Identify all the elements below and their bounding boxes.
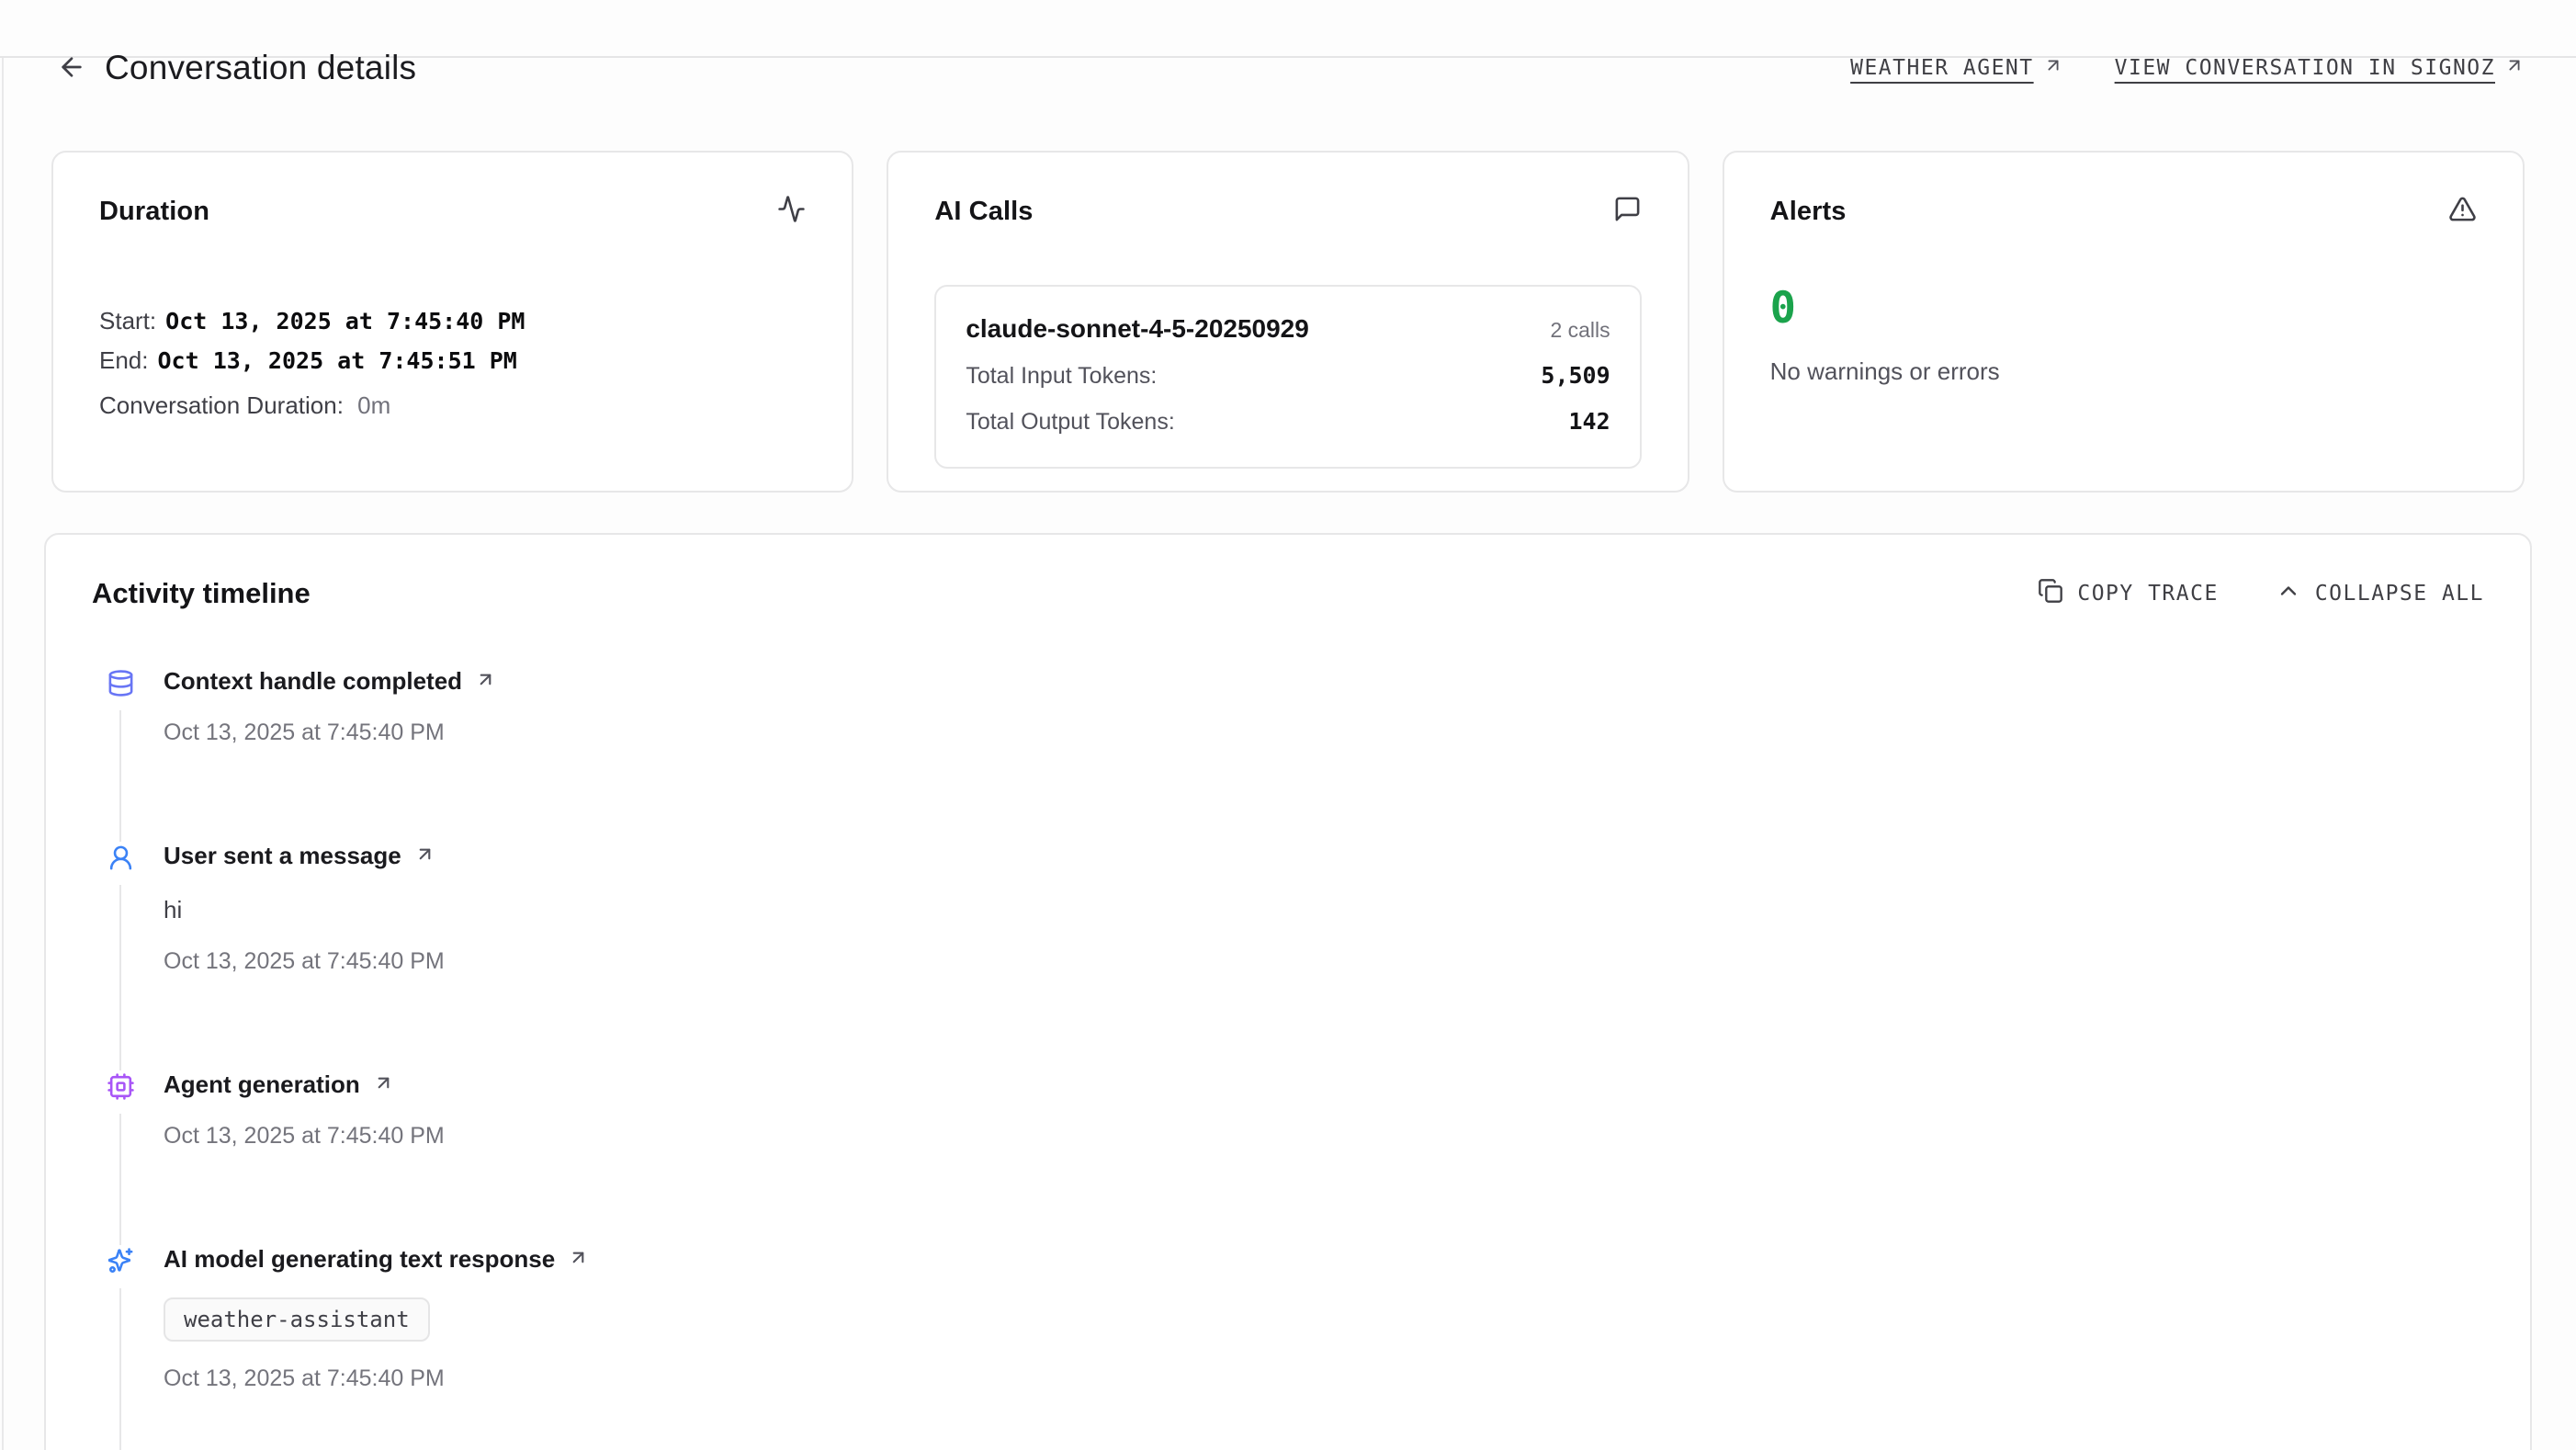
timeline-connector bbox=[119, 885, 121, 1071]
sparkles-icon bbox=[107, 1247, 135, 1275]
input-tokens-label: Total Input Tokens: bbox=[966, 363, 1157, 390]
timeline-event-link[interactable]: User sent a message bbox=[164, 842, 445, 870]
ai-calls-card-title: AI Calls bbox=[934, 197, 1033, 227]
arrow-up-right-icon bbox=[373, 1072, 394, 1098]
collapse-all-button[interactable]: COLLAPSE ALL bbox=[2276, 578, 2484, 609]
activity-timeline-title: Activity timeline bbox=[92, 577, 311, 610]
duration-card-title: Duration bbox=[99, 197, 209, 227]
database-icon bbox=[107, 669, 135, 697]
start-value: Oct 13, 2025 at 7:45:40 PM bbox=[165, 302, 525, 341]
activity-icon bbox=[777, 195, 806, 228]
timeline-event-link[interactable]: Context handle completed bbox=[164, 667, 496, 696]
weather-agent-link-label: WEATHER AGENT bbox=[1850, 56, 2034, 80]
model-call-count: 2 calls bbox=[1550, 318, 1610, 343]
output-tokens-value: 142 bbox=[1569, 408, 1610, 435]
timeline-rail bbox=[99, 1071, 141, 1245]
timeline-event-timestamp: Oct 13, 2025 at 7:45:40 PM bbox=[164, 948, 445, 975]
end-value: Oct 13, 2025 at 7:45:51 PM bbox=[158, 342, 517, 380]
timeline-event-timestamp: Oct 13, 2025 at 7:45:40 PM bbox=[164, 1365, 589, 1392]
copy-trace-label: COPY TRACE bbox=[2077, 582, 2218, 606]
input-tokens-value: 5,509 bbox=[1541, 362, 1610, 389]
timeline-event-content: Agent generation Oct 13, 2025 at 7:45:40… bbox=[164, 1071, 445, 1245]
alerts-card: Alerts 0 No warnings or errors bbox=[1723, 151, 2525, 493]
model-name: claude-sonnet-4-5-20250929 bbox=[966, 314, 1309, 344]
timeline-connector bbox=[119, 710, 121, 842]
output-tokens-label: Total Output Tokens: bbox=[966, 409, 1174, 436]
alerts-card-title: Alerts bbox=[1770, 197, 1847, 227]
page-header: Conversation details WEATHER AGENT VIEW … bbox=[44, 48, 2532, 88]
message-square-icon bbox=[1613, 195, 1642, 228]
activity-timeline-card: Activity timeline COPY TRACE COLLAPSE AL… bbox=[44, 533, 2532, 1450]
timeline-event-content: AI model generating text response weathe… bbox=[164, 1245, 589, 1450]
timeline-event-content: Context handle completed Oct 13, 2025 at… bbox=[164, 667, 496, 842]
timeline-event-title: Context handle completed bbox=[164, 667, 462, 696]
summary-cards: Duration Start: Oct 13, 2025 at 7:45:40 … bbox=[44, 151, 2532, 493]
timeline-event: User sent a message hi Oct 13, 2025 at 7:… bbox=[99, 842, 2484, 1071]
arrow-up-right-icon bbox=[568, 1247, 589, 1273]
copy-icon bbox=[2038, 578, 2063, 609]
page-title: Conversation details bbox=[105, 49, 416, 87]
timeline-event: Agent generation Oct 13, 2025 at 7:45:40… bbox=[99, 1071, 2484, 1245]
header-links: WEATHER AGENT VIEW CONVERSATION IN SIGNO… bbox=[1850, 55, 2525, 81]
timeline-event-title: AI model generating text response bbox=[164, 1245, 555, 1274]
timeline-event-badge: weather-assistant bbox=[164, 1297, 430, 1342]
conversation-details-page: Conversation details WEATHER AGENT VIEW … bbox=[0, 48, 2576, 1450]
back-button[interactable] bbox=[51, 48, 92, 88]
timeline-event-body: hi bbox=[164, 896, 445, 924]
timeline-actions: COPY TRACE COLLAPSE ALL bbox=[2038, 578, 2484, 609]
end-label: End: bbox=[99, 341, 149, 379]
signoz-link-label: VIEW CONVERSATION IN SIGNOZ bbox=[2115, 56, 2495, 80]
copy-trace-button[interactable]: COPY TRACE bbox=[2038, 578, 2218, 609]
chevron-up-icon bbox=[2276, 578, 2301, 609]
arrow-up-right-icon bbox=[414, 844, 435, 869]
arrow-up-right-icon bbox=[2504, 55, 2525, 81]
alerts-message: No warnings or errors bbox=[1770, 357, 2477, 386]
arrow-up-right-icon bbox=[475, 669, 496, 695]
timeline-event-title: User sent a message bbox=[164, 842, 401, 870]
timeline-event-content: User sent a message hi Oct 13, 2025 at 7:… bbox=[164, 842, 445, 1071]
model-usage-card: claude-sonnet-4-5-20250929 2 calls Total… bbox=[934, 285, 1641, 469]
arrow-left-icon bbox=[57, 52, 86, 85]
ai-calls-card: AI Calls claude-sonnet-4-5-20250929 2 ca… bbox=[887, 151, 1689, 493]
timeline-connector bbox=[119, 1114, 121, 1245]
timeline-connector bbox=[119, 1288, 121, 1450]
timeline-rail bbox=[99, 1245, 141, 1450]
arrow-up-right-icon bbox=[2043, 55, 2063, 81]
timeline-event: AI model generating text response weathe… bbox=[99, 1245, 2484, 1450]
timeline-rail bbox=[99, 667, 141, 842]
weather-agent-link[interactable]: WEATHER AGENT bbox=[1850, 55, 2063, 81]
cpu-icon bbox=[107, 1072, 135, 1101]
timeline-event-timestamp: Oct 13, 2025 at 7:45:40 PM bbox=[164, 719, 496, 746]
user-icon bbox=[107, 844, 135, 872]
duration-card: Duration Start: Oct 13, 2025 at 7:45:40 … bbox=[51, 151, 853, 493]
timeline-list: Context handle completed Oct 13, 2025 at… bbox=[92, 667, 2484, 1450]
timeline-event-timestamp: Oct 13, 2025 at 7:45:40 PM bbox=[164, 1123, 445, 1150]
conversation-duration-value: 0m bbox=[357, 391, 390, 419]
timeline-event-title: Agent generation bbox=[164, 1071, 360, 1099]
timeline-event-link[interactable]: Agent generation bbox=[164, 1071, 445, 1099]
timeline-event-link[interactable]: AI model generating text response bbox=[164, 1245, 589, 1274]
triangle-alert-icon bbox=[2448, 195, 2477, 228]
collapse-all-label: COLLAPSE ALL bbox=[2315, 582, 2484, 606]
timeline-event: Context handle completed Oct 13, 2025 at… bbox=[99, 667, 2484, 842]
alerts-count: 0 bbox=[1770, 287, 2477, 330]
timeline-rail bbox=[99, 842, 141, 1071]
start-label: Start: bbox=[99, 301, 156, 340]
conversation-duration-label: Conversation Duration: bbox=[99, 391, 344, 419]
view-conversation-in-signoz-link[interactable]: VIEW CONVERSATION IN SIGNOZ bbox=[2115, 55, 2525, 81]
